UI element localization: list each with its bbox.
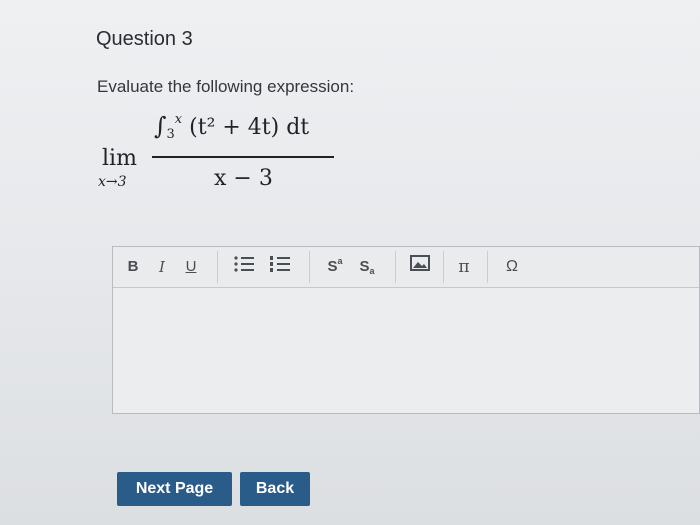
toolbar-separator: [395, 251, 396, 283]
toolbar-separator: [487, 251, 488, 283]
numbered-list-icon[interactable]: [267, 255, 293, 279]
question-title: Question 3: [96, 28, 193, 50]
question-instruction: Evaluate the following expression:: [97, 77, 355, 96]
next-page-button[interactable]: Next Page: [117, 472, 232, 506]
image-icon[interactable]: [409, 255, 431, 279]
bulleted-list-icon[interactable]: [231, 255, 257, 279]
toolbar-separator: [217, 251, 218, 283]
underline-button[interactable]: U: [181, 255, 201, 279]
superscript-button[interactable]: Sa: [323, 255, 347, 279]
integral-upper-limit: x: [174, 112, 183, 127]
subscript-button[interactable]: Sa: [355, 255, 379, 279]
numerator: ∫3x (t² + 4t) dt: [154, 112, 310, 142]
limit-expression: lim x→3 ∫3x (t² + 4t) dt x − 3: [96, 110, 356, 200]
toolbar-separator: [443, 251, 444, 283]
answer-editor: B I U Sa Sa π Ω: [112, 246, 700, 414]
denominator: x − 3: [214, 166, 273, 191]
fraction-bar: [152, 156, 334, 158]
back-button[interactable]: Back: [240, 472, 310, 506]
lim-label: lim: [102, 146, 137, 171]
integral-lower-limit: 3: [166, 127, 175, 142]
omega-button[interactable]: Ω: [501, 255, 523, 279]
pi-button[interactable]: π: [453, 255, 475, 279]
superscript-label: S: [327, 258, 338, 275]
lim-subscript: x→3: [98, 174, 127, 190]
integral-sign: ∫: [154, 112, 167, 140]
italic-button[interactable]: I: [153, 255, 171, 279]
bold-button[interactable]: B: [123, 255, 143, 279]
integrand: (t² + 4t) dt: [189, 115, 310, 140]
toolbar-separator: [309, 251, 310, 283]
subscript-label: S: [359, 258, 370, 275]
answer-textarea[interactable]: [113, 288, 699, 413]
editor-toolbar: B I U Sa Sa π Ω: [113, 247, 699, 288]
